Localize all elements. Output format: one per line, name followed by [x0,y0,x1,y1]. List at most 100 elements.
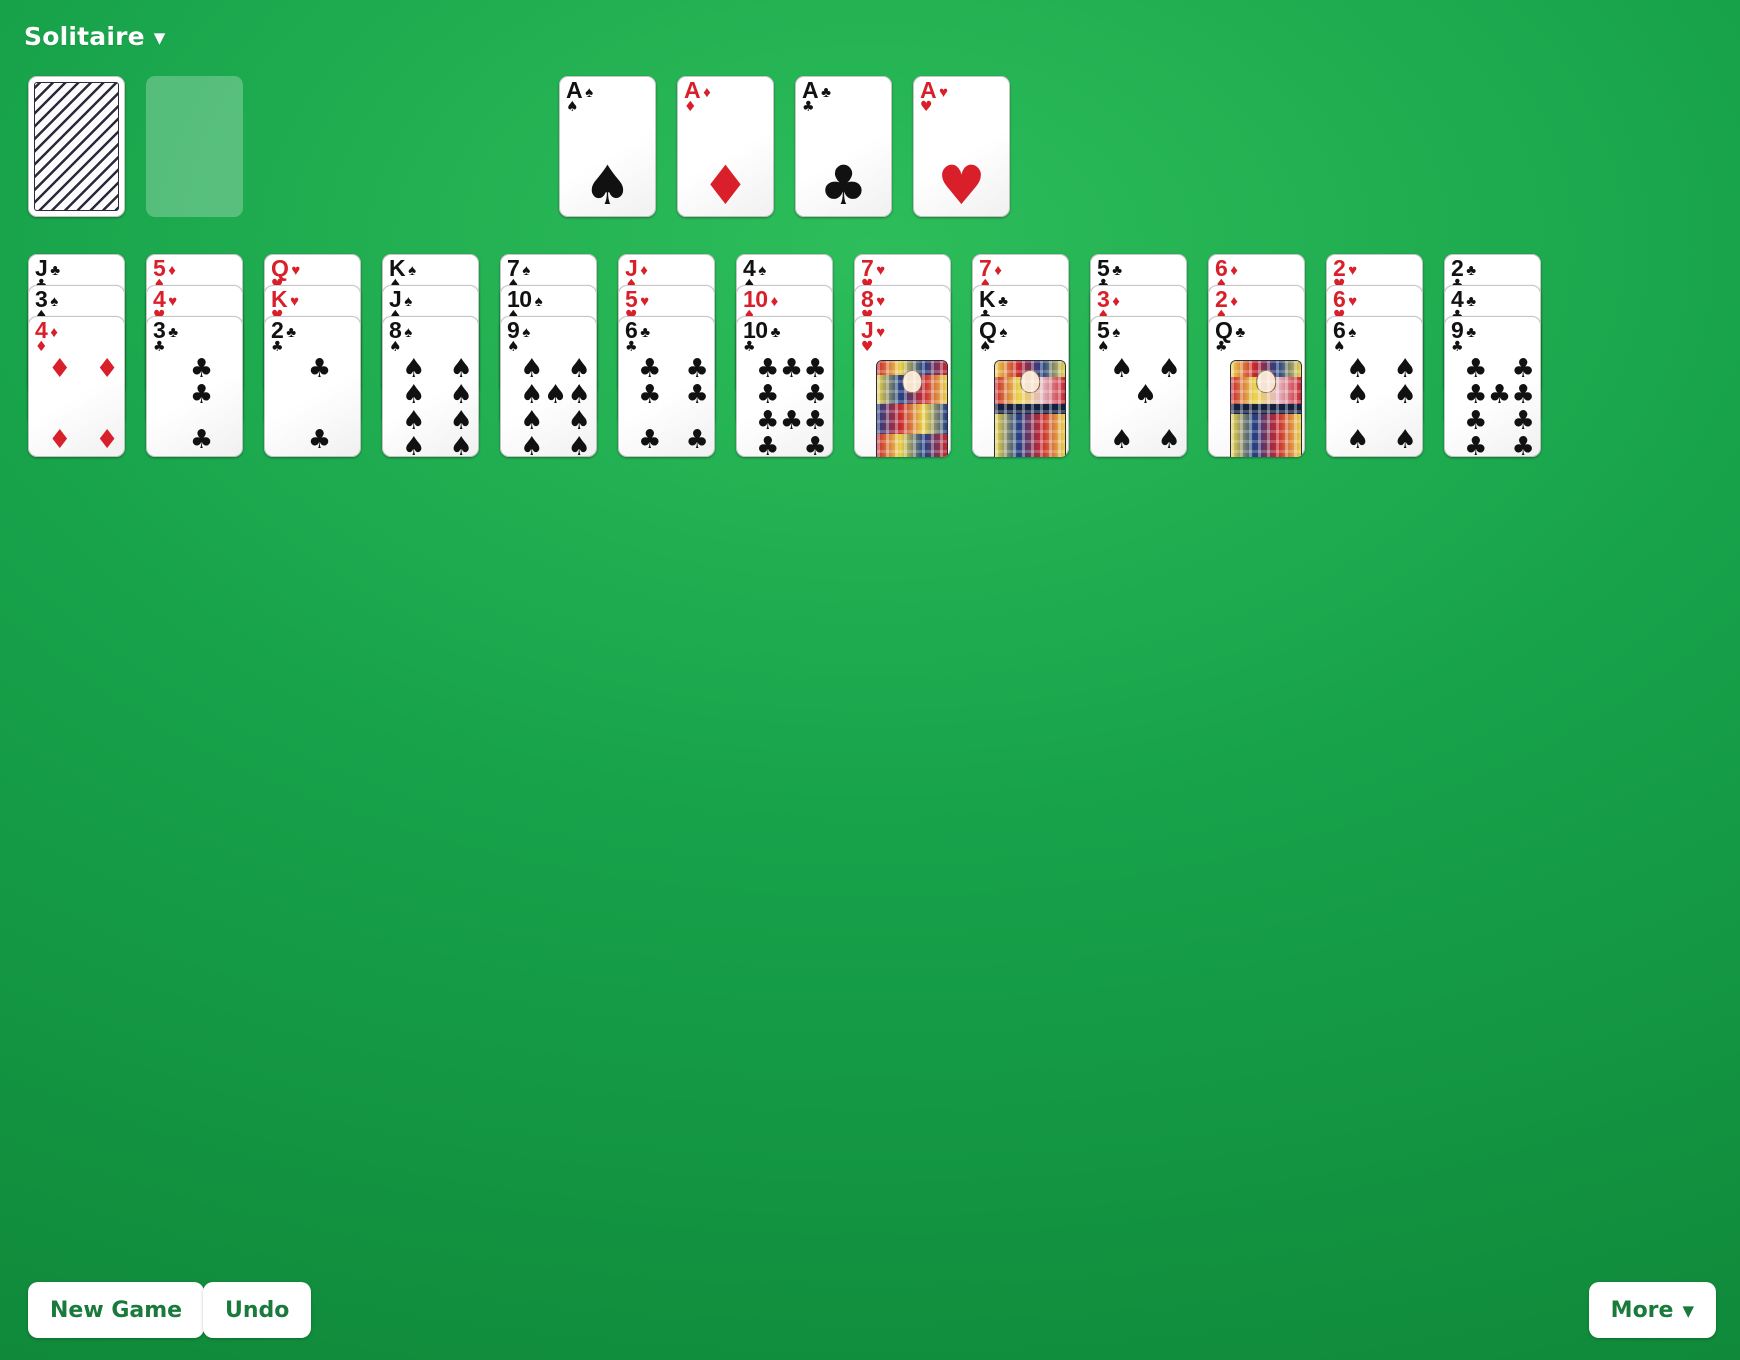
suit-club-icon: ♣ [779,354,804,384]
suit-spade-icon: ♠ [1333,339,1346,355]
suit-heart-icon: ♥ [876,262,885,279]
suit-spade-icon: ♠ [404,293,412,310]
illustration-texture [995,361,1065,457]
undo-button[interactable]: Undo [203,1282,312,1338]
card-corner-index: 4 ♦ ♦ [35,319,58,355]
tableau-card[interactable]: 10 ♣ ♣ ♣ ♣ ♣ ♣ ♣ ♣ ♣ ♣ ♣ ♣ [736,316,833,457]
suit-spade-icon: ♠ [402,406,426,436]
illustration-texture [1231,361,1301,457]
card-corner-index: 9 ♣ ♣ [1451,319,1476,355]
tableau-card[interactable]: 6 ♠ ♠ ♠ ♠ ♠ ♠ ♠ ♠ [1326,316,1423,457]
suit-club-icon: ♣ [271,339,284,355]
suit-club-icon: ♣ [1511,380,1535,410]
tableau-card[interactable]: J ♥ ♥ [854,316,951,457]
suit-club-icon: ♣ [803,406,827,436]
suit-spade-icon: ♠ [520,354,544,384]
suit-diamond-icon: ♦ [1230,293,1238,310]
suit-spade-icon: ♠ [449,406,473,436]
suit-spade-icon: ♠ [567,432,591,457]
suit-spade-icon: ♠ [522,262,530,279]
suit-club-icon: ♣ [770,324,781,341]
suit-club-icon: ♣ [821,84,831,101]
tableau-card[interactable]: Q ♠ ♠ [972,316,1069,457]
foundation-pile-diamond[interactable]: A ♦ ♦ ♦ [677,76,774,217]
suit-spade-icon: ♠ [758,262,766,279]
suit-spade-icon: ♠ [999,324,1007,341]
suit-spade-icon: ♠ [520,380,544,410]
card-corner-index: A ♥ ♥ [920,79,948,115]
tableau-card[interactable]: 2♣♣♣♣ [264,316,361,457]
card-corner-index: 2♣♣ [271,319,296,355]
card-pip-field: ♣ ♣ ♣ [166,356,237,453]
foundation-pile-spade[interactable]: A ♠ ♠ ♠ [559,76,656,217]
foundation-pile-heart[interactable]: A ♥ ♥ ♥ [913,76,1010,217]
card-corner-index: 6 ♣ ♣ [625,319,650,355]
suit-club-icon: ♣ [50,262,60,279]
suit-club-icon: ♣ [1466,293,1476,310]
suit-spade-icon: ♠ [979,339,992,355]
stock-pile[interactable] [28,76,125,217]
court-card-illustration [1230,360,1302,457]
suit-diamond-icon: ♦ [35,339,48,355]
suit-diamond-icon: ♦ [684,99,697,115]
suit-spade-icon: ♠ [1097,339,1110,355]
tableau-card[interactable]: 4 ♦ ♦ ♦ ♦ ♦ ♦ [28,316,125,457]
suit-spade-icon: ♠ [585,84,593,101]
suit-spade-icon: ♠ [566,99,579,115]
suit-spade-icon: ♠ [520,432,544,457]
suit-heart-icon: ♥ [939,84,948,101]
tableau-card[interactable]: 3 ♣ ♣ ♣ ♣ ♣ [146,316,243,457]
suit-club-icon: ♣ [779,406,804,436]
tableau-card[interactable]: 5 ♠ ♠ ♠ ♠ ♠ ♠ ♠ [1090,316,1187,457]
tableau-card[interactable]: 8 ♠ ♠ ♠ ♠ ♠ ♠ ♠ ♠ ♠ ♠ [382,316,479,457]
card-pip-field: ♣ ♣ ♣ ♣ ♣ ♣ ♣ ♣ ♣ ♣ [756,354,827,457]
tableau-card[interactable]: 9 ♣ ♣ ♣ ♣ ♣ ♣ ♣ ♣ ♣ ♣ ♣ [1444,316,1541,457]
foundation-pile-club[interactable]: A ♣ ♣ ♣ [795,76,892,217]
suit-club-icon: ♣ [756,354,780,384]
app-title-menu[interactable]: Solitaire ▼ [24,22,166,51]
tableau-card[interactable]: Q ♣ ♣ [1208,316,1305,457]
suit-heart-icon: ♥ [640,293,649,310]
card-back-pattern [34,82,119,211]
suit-spade-icon: ♠ [389,339,402,355]
suit-heart-icon: ♥ [291,262,300,279]
suit-spade-icon: ♠ [583,154,632,217]
suit-club-icon: ♣ [1511,432,1535,457]
suit-club-icon: ♣ [638,354,662,384]
suit-diamond-icon: ♦ [48,425,72,455]
suit-club-icon: ♣ [756,432,780,457]
suit-club-icon: ♣ [1451,339,1464,355]
suit-club-icon: ♣ [307,425,332,455]
waste-pile[interactable] [146,76,243,217]
suit-diamond-icon: ♦ [770,293,779,310]
card-pip-field: ♣♣ [284,356,355,453]
suit-spade-icon: ♠ [1157,354,1181,384]
suit-club-icon: ♣ [819,154,868,217]
suit-heart-icon: ♥ [876,324,885,341]
suit-diamond-icon: ♦ [50,324,58,341]
suit-spade-icon: ♠ [520,406,544,436]
suit-club-icon: ♣ [168,324,178,341]
suit-club-icon: ♣ [638,380,662,410]
suit-club-icon: ♣ [685,354,709,384]
suit-spade-icon: ♠ [449,354,473,384]
suit-spade-icon: ♠ [402,380,426,410]
illustration-texture [877,361,947,457]
tableau-card[interactable]: 6 ♣ ♣ ♣ ♣ ♣ ♣ ♣ ♣ [618,316,715,457]
new-game-button[interactable]: New Game [28,1282,205,1338]
suit-heart-icon: ♥ [937,154,986,217]
suit-diamond-icon: ♦ [703,84,711,101]
more-button[interactable]: More ▼ [1588,1282,1716,1338]
tableau-card[interactable]: 9 ♠ ♠ ♠ ♠ ♠ ♠ ♠ ♠ ♠ ♠ ♠ [500,316,597,457]
court-card-illustration [876,360,948,457]
suit-diamond-icon: ♦ [168,262,176,279]
suit-spade-icon: ♠ [408,262,416,279]
suit-club-icon: ♣ [803,380,827,410]
suit-club-icon: ♣ [1466,324,1476,341]
card-corner-index: Q ♣ ♣ [1215,319,1245,355]
suit-club-icon: ♣ [1112,262,1122,279]
suit-club-icon: ♣ [1215,339,1228,355]
suit-club-icon: ♣ [640,324,650,341]
card-pip-field: ♦ [683,122,768,213]
suit-club-icon: ♣ [756,380,780,410]
